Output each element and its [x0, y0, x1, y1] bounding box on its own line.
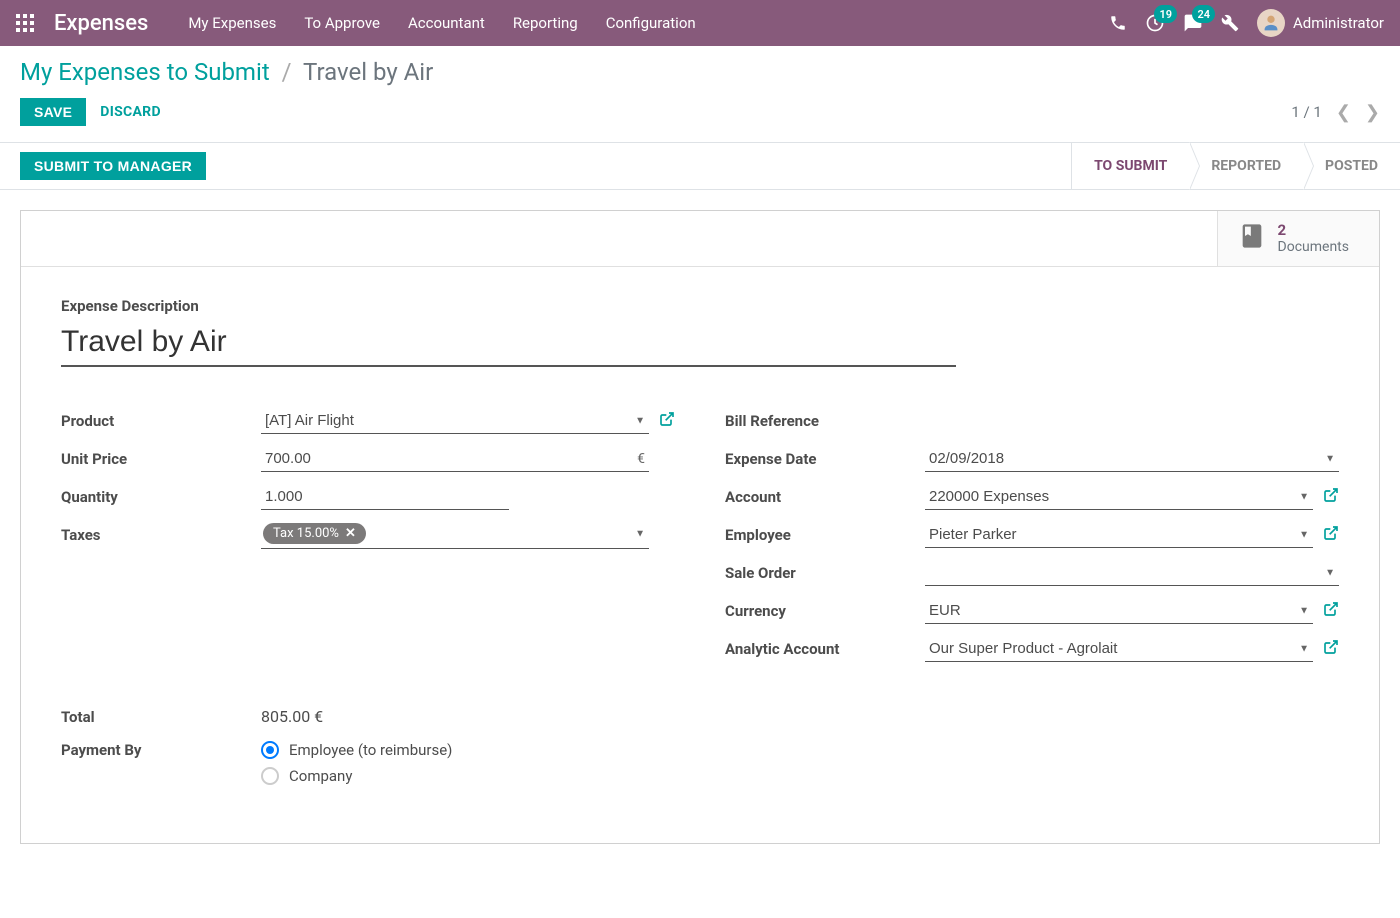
- nav-item-accountant[interactable]: Accountant: [408, 14, 485, 32]
- nav-right: 19 24 Administrator: [1109, 9, 1384, 37]
- payment-option-employee[interactable]: Employee (to reimburse): [261, 741, 452, 759]
- book-icon: [1238, 222, 1266, 254]
- activity-badge: 19: [1154, 5, 1177, 23]
- total-label: Total: [61, 708, 261, 726]
- documents-count: 2: [1278, 221, 1349, 239]
- nav-item-to-approve[interactable]: To Approve: [304, 14, 380, 32]
- breadcrumb: My Expenses to Submit / Travel by Air: [20, 58, 1380, 86]
- radio-unchecked-icon: [261, 767, 279, 785]
- pager-next-icon[interactable]: ❯: [1365, 102, 1380, 123]
- payment-by-label: Payment By: [61, 741, 261, 759]
- sale-order-select[interactable]: [925, 560, 1339, 586]
- control-panel: My Expenses to Submit / Travel by Air SA…: [0, 46, 1400, 126]
- form-sheet: 2 Documents Expense Description Product …: [20, 210, 1380, 844]
- total-value: 805.00 €: [261, 707, 323, 726]
- sale-order-label: Sale Order: [725, 564, 925, 582]
- analytic-account-label: Analytic Account: [725, 640, 925, 658]
- quantity-input[interactable]: [261, 484, 509, 510]
- button-box: 2 Documents: [21, 211, 1379, 267]
- top-navbar: Expenses My Expenses To Approve Accounta…: [0, 0, 1400, 46]
- account-external-link-icon[interactable]: [1323, 487, 1339, 507]
- employee-external-link-icon[interactable]: [1323, 525, 1339, 545]
- app-brand[interactable]: Expenses: [54, 11, 148, 36]
- status-bar: SUBMIT TO MANAGER TO SUBMIT REPORTED POS…: [0, 142, 1400, 190]
- analytic-external-link-icon[interactable]: [1323, 639, 1339, 659]
- status-step-to-submit[interactable]: TO SUBMIT: [1071, 142, 1189, 190]
- analytic-account-select[interactable]: [925, 636, 1313, 662]
- apps-menu-icon[interactable]: [16, 14, 34, 32]
- form-left-column: Product ▼ Unit Price €: [61, 407, 675, 673]
- avatar: [1257, 9, 1285, 37]
- tax-tag[interactable]: Tax 15.00% ✕: [263, 523, 366, 544]
- discard-button[interactable]: DISCARD: [86, 98, 175, 126]
- save-button[interactable]: SAVE: [20, 98, 86, 126]
- pager-prev-icon[interactable]: ❮: [1336, 102, 1351, 123]
- phone-icon[interactable]: [1109, 14, 1127, 32]
- user-menu[interactable]: Administrator: [1257, 9, 1384, 37]
- taxes-tag-field[interactable]: Tax 15.00% ✕ ▼: [261, 521, 649, 549]
- product-external-link-icon[interactable]: [659, 411, 675, 431]
- tax-tag-label: Tax 15.00%: [273, 526, 339, 541]
- employee-label: Employee: [725, 526, 925, 544]
- currency-external-link-icon[interactable]: [1323, 601, 1339, 621]
- unit-price-label: Unit Price: [61, 450, 261, 468]
- account-label: Account: [725, 488, 925, 506]
- expense-title-input[interactable]: [61, 321, 956, 367]
- debug-icon[interactable]: [1221, 14, 1239, 32]
- status-step-reported[interactable]: REPORTED: [1189, 143, 1303, 189]
- account-select[interactable]: [925, 484, 1313, 510]
- expense-date-input[interactable]: [925, 446, 1339, 472]
- radio-checked-icon: [261, 741, 279, 759]
- breadcrumb-separator: /: [282, 58, 292, 86]
- product-select[interactable]: [261, 408, 649, 434]
- unit-price-input[interactable]: [261, 446, 649, 472]
- payment-option-label: Employee (to reimburse): [289, 741, 452, 759]
- bill-reference-label: Bill Reference: [725, 412, 925, 430]
- documents-stat-button[interactable]: 2 Documents: [1217, 211, 1379, 266]
- nav-menu: My Expenses To Approve Accountant Report…: [188, 14, 695, 32]
- pager-text: 1 / 1: [1291, 103, 1322, 121]
- tax-tag-remove-icon[interactable]: ✕: [345, 526, 356, 541]
- expense-date-label: Expense Date: [725, 450, 925, 468]
- description-label: Expense Description: [61, 297, 1339, 315]
- documents-label: Documents: [1278, 239, 1349, 256]
- product-label: Product: [61, 412, 261, 430]
- nav-item-reporting[interactable]: Reporting: [513, 14, 578, 32]
- user-name: Administrator: [1293, 14, 1384, 32]
- employee-select[interactable]: [925, 522, 1313, 548]
- activity-icon[interactable]: 19: [1145, 13, 1165, 33]
- quantity-label: Quantity: [61, 488, 261, 506]
- payment-option-label: Company: [289, 767, 352, 785]
- submit-to-manager-button[interactable]: SUBMIT TO MANAGER: [20, 152, 206, 180]
- discuss-badge: 24: [1192, 5, 1215, 23]
- chevron-down-icon: ▼: [635, 529, 645, 540]
- pager: 1 / 1 ❮ ❯: [1291, 102, 1380, 123]
- currency-select[interactable]: [925, 598, 1313, 624]
- discuss-icon[interactable]: 24: [1183, 13, 1203, 33]
- status-step-posted[interactable]: POSTED: [1303, 143, 1400, 189]
- nav-item-configuration[interactable]: Configuration: [606, 14, 696, 32]
- breadcrumb-current: Travel by Air: [303, 58, 433, 86]
- currency-label: Currency: [725, 602, 925, 620]
- taxes-label: Taxes: [61, 526, 261, 544]
- breadcrumb-parent[interactable]: My Expenses to Submit: [20, 58, 270, 86]
- form-right-column: Bill Reference Expense Date ▼ Account: [725, 407, 1339, 673]
- payment-option-company[interactable]: Company: [261, 767, 452, 785]
- nav-item-my-expenses[interactable]: My Expenses: [188, 14, 276, 32]
